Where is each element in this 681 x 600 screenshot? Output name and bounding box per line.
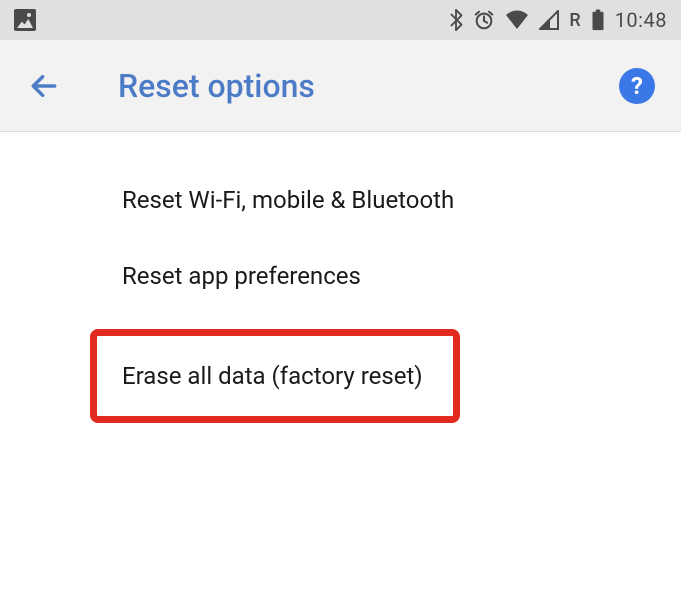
page-title: Reset options — [118, 67, 315, 105]
option-reset-network[interactable]: Reset Wi-Fi, mobile & Bluetooth — [0, 162, 681, 238]
picture-icon — [14, 9, 36, 31]
options-list: Reset Wi-Fi, mobile & Bluetooth Reset ap… — [0, 132, 681, 423]
clock: 10:48 — [615, 8, 667, 32]
help-icon: ? — [631, 72, 643, 100]
status-bar: R 10:48 — [0, 0, 681, 40]
signal-icon — [539, 10, 559, 30]
roaming-indicator: R — [569, 10, 580, 31]
help-button[interactable]: ? — [619, 68, 655, 104]
alarm-icon — [473, 9, 495, 31]
option-factory-reset[interactable]: Erase all data (factory reset) — [90, 329, 460, 423]
option-factory-reset-wrap: Erase all data (factory reset) — [0, 329, 681, 423]
status-left — [14, 9, 36, 31]
bluetooth-icon — [449, 9, 463, 31]
battery-icon — [591, 9, 605, 31]
arrow-left-icon — [28, 70, 60, 102]
wifi-icon — [505, 10, 529, 30]
back-button[interactable] — [26, 68, 62, 104]
app-bar: Reset options ? — [0, 40, 681, 132]
status-right: R 10:48 — [449, 8, 667, 32]
option-reset-app-prefs[interactable]: Reset app preferences — [0, 238, 681, 314]
